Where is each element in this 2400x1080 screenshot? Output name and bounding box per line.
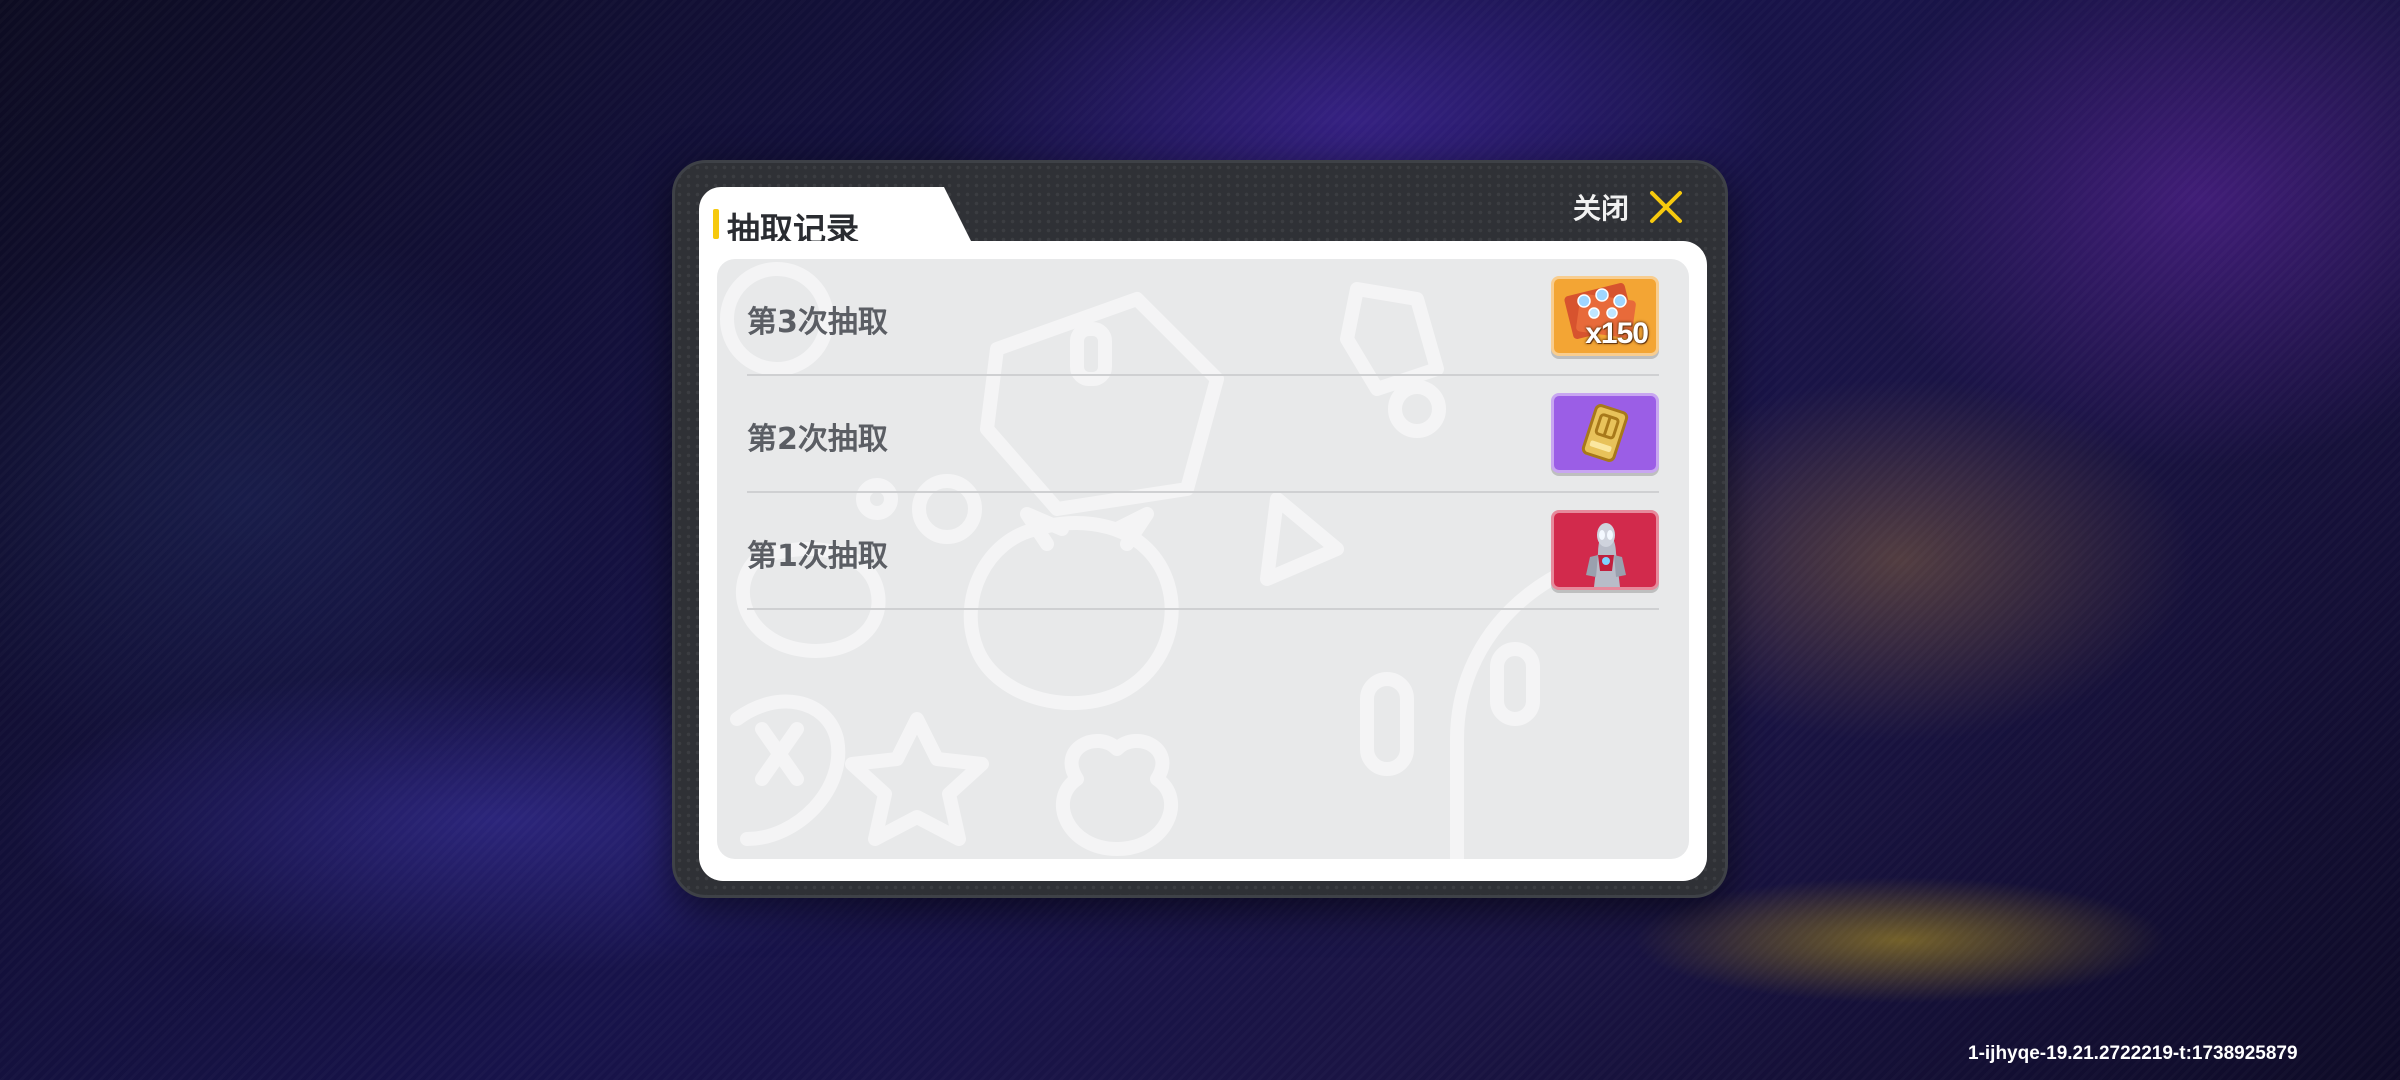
title-accent-bar: [713, 209, 719, 239]
record-row: 第3次抽取 x150: [747, 259, 1659, 376]
version-text: 1-ijhyqe-19.21.2722219-t:1738925879: [1968, 1043, 2298, 1064]
close-icon[interactable]: [1649, 190, 1683, 224]
reward-item[interactable]: [1551, 510, 1659, 590]
draw-record-dialog: 关闭 抽取记录 第3次抽取 x150 第2次抽取 第1次抽取: [672, 160, 1728, 898]
record-row: 第1次抽取: [747, 493, 1659, 610]
record-panel: 第3次抽取 x150 第2次抽取 第1次抽取: [699, 241, 1707, 881]
record-list: 第3次抽取 x150 第2次抽取 第1次抽取: [747, 259, 1659, 610]
reward-item[interactable]: x150: [1551, 276, 1659, 356]
record-list-area: 第3次抽取 x150 第2次抽取 第1次抽取: [717, 259, 1689, 859]
reward-count: x150: [1585, 317, 1649, 350]
close-label: 关闭: [1572, 192, 1629, 225]
reward-item[interactable]: [1551, 393, 1659, 473]
gold-ticket-icon: [1581, 404, 1629, 462]
record-label: 第3次抽取: [747, 305, 888, 340]
record-label: 第1次抽取: [747, 539, 888, 574]
record-row: 第2次抽取: [747, 376, 1659, 493]
close-button[interactable]: 关闭: [1573, 187, 1683, 227]
ultraman-figure-icon: [1586, 523, 1626, 587]
record-label: 第2次抽取: [747, 422, 888, 457]
